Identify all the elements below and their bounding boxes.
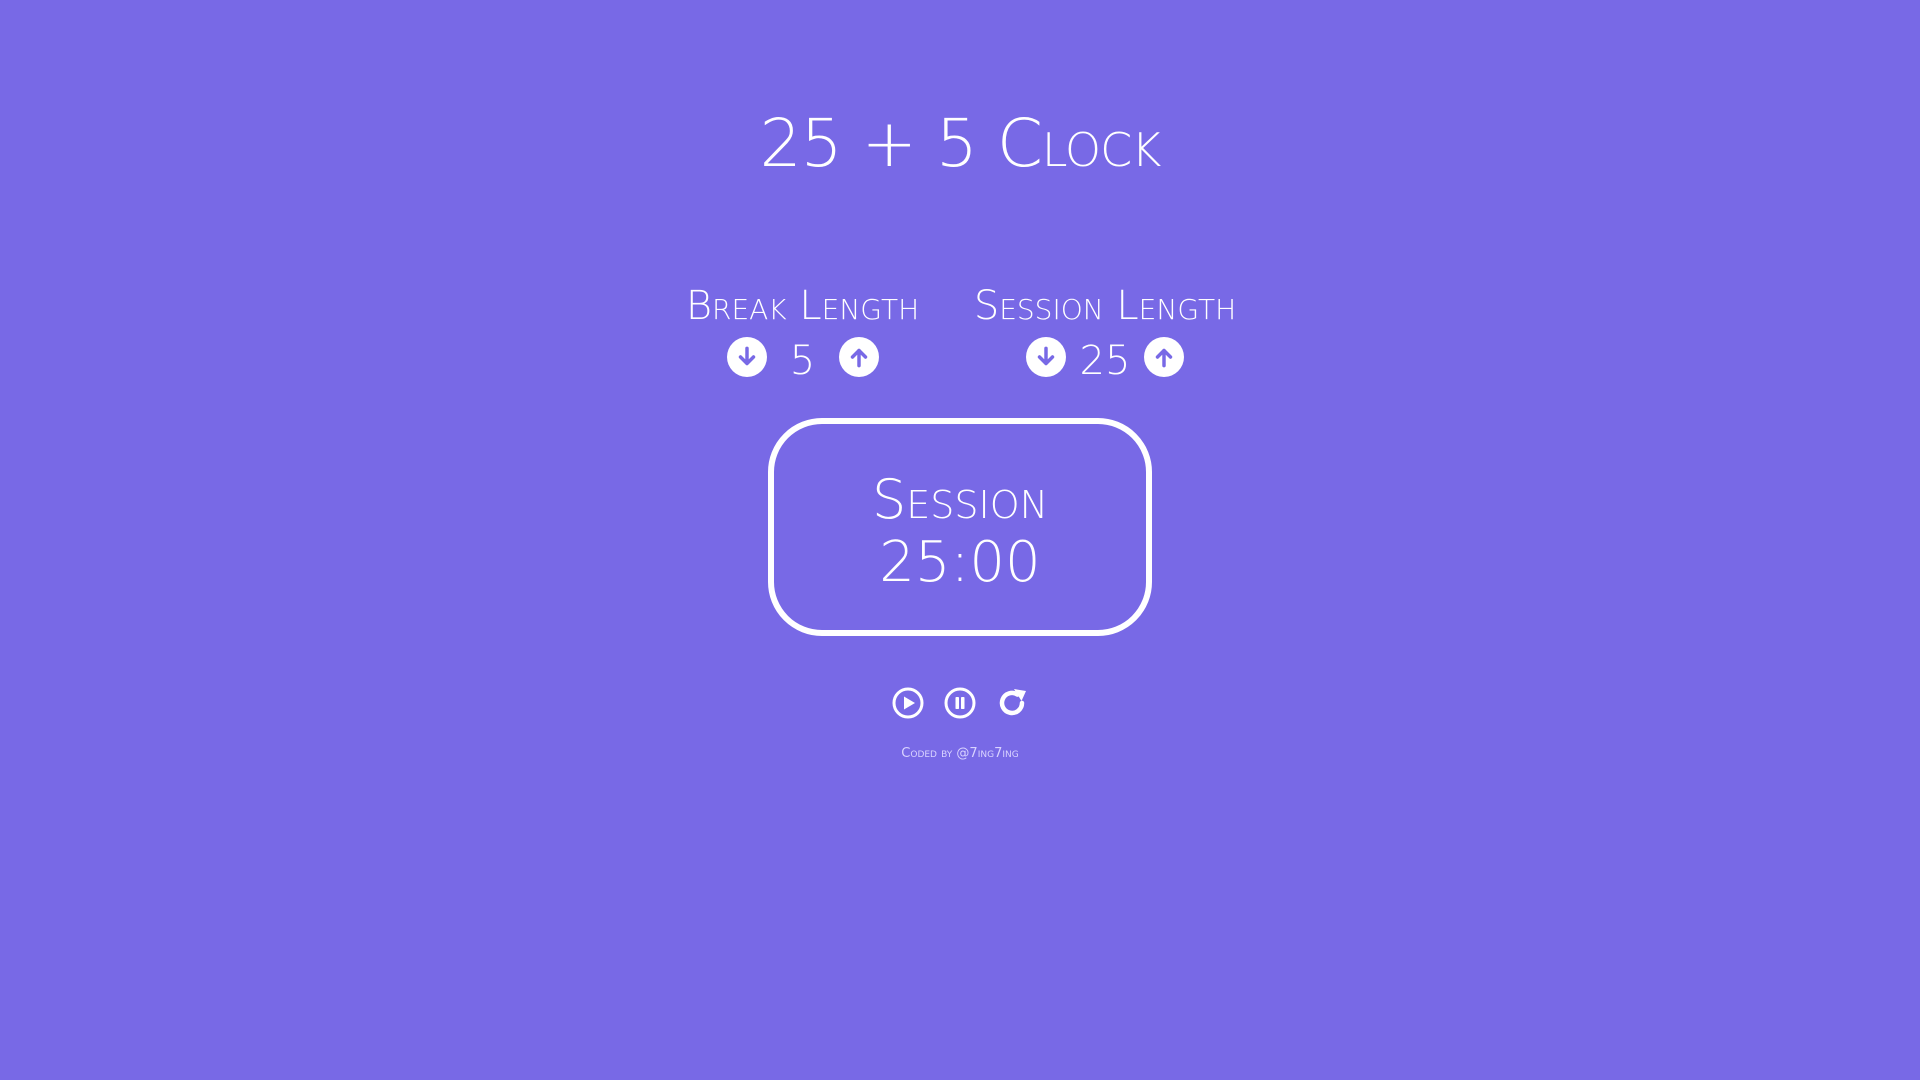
time-left: 25:00	[879, 530, 1041, 595]
arrow-up-circle-icon	[850, 348, 867, 368]
timer-controls	[0, 686, 1920, 720]
reset-button[interactable]	[995, 686, 1029, 720]
pause-circle-icon	[944, 687, 976, 719]
refresh-icon	[999, 689, 1026, 716]
break-length-row: 5	[660, 332, 945, 384]
session-increment-button[interactable]	[1144, 337, 1185, 377]
timer-label: Session	[871, 468, 1049, 531]
arrow-down-circle-icon	[738, 346, 755, 366]
timer-display: Session 25:00	[768, 418, 1152, 636]
break-increment-button[interactable]	[838, 337, 879, 377]
start-button[interactable]	[891, 686, 925, 720]
session-decrement-button[interactable]	[1025, 337, 1066, 377]
page-title: 25 + 5 Clock	[759, 105, 1162, 182]
arrow-up-circle-icon	[1156, 348, 1173, 368]
pomodoro-app: 25 + 5 Clock Break Length 5 Session Leng…	[0, 0, 1920, 1080]
break-length-value: 5	[789, 338, 816, 384]
break-length-control: Break Length 5	[660, 282, 945, 384]
session-length-row: 25	[955, 332, 1255, 384]
session-length-value: 25	[1079, 338, 1131, 384]
session-length-label: Session Length	[973, 283, 1237, 329]
session-length-control: Session Length 25	[955, 282, 1255, 384]
arrow-down-circle-icon	[1037, 346, 1054, 366]
pause-button[interactable]	[943, 686, 977, 720]
credit-text: Coded by @7ing7ing	[901, 746, 1019, 761]
play-circle-icon	[892, 687, 924, 719]
break-decrement-button[interactable]	[726, 337, 767, 377]
break-length-label: Break Length	[685, 283, 920, 329]
